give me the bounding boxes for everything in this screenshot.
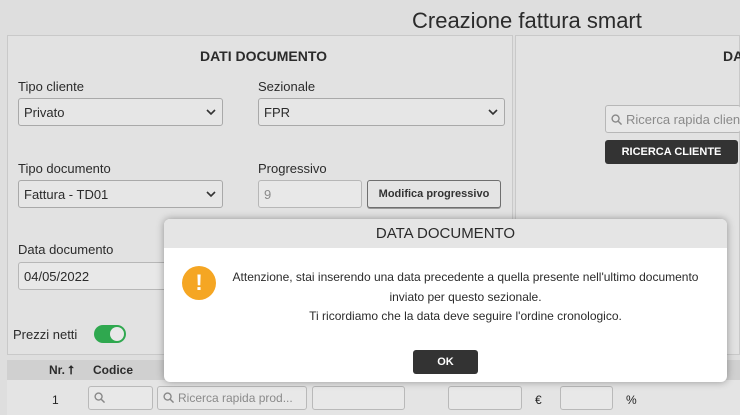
- modal-message-line2: inviato per questo sezionale.: [389, 290, 542, 304]
- ricerca-clienti-placeholder: Ricerca rapida clienti: [626, 112, 740, 127]
- tipo-cliente-label: Tipo cliente: [18, 79, 84, 94]
- modal-message-line3: Ti ricordiamo che la data deve seguire l…: [309, 309, 622, 323]
- tipo-documento-value: Fattura - TD01: [24, 187, 109, 202]
- warning-icon: !: [182, 266, 216, 300]
- progressivo-input[interactable]: 9: [258, 180, 362, 208]
- prezzi-netti-toggle[interactable]: [94, 325, 126, 343]
- tipo-documento-select[interactable]: Fattura - TD01: [18, 180, 223, 208]
- page-title: Creazione fattura smart: [412, 8, 642, 33]
- table-row: 1 Ricerca rapida prod... € %: [7, 380, 740, 415]
- toggle-knob: [110, 327, 124, 341]
- sezionale-select[interactable]: FPR: [258, 98, 505, 126]
- section-title: DATI DOCUMENTO: [200, 48, 328, 64]
- percent-symbol: %: [626, 393, 637, 407]
- modal-title: DATA DOCUMENTO: [164, 219, 727, 248]
- prodotto-search-input[interactable]: Ricerca rapida prod...: [157, 386, 307, 410]
- sconto-input[interactable]: [560, 386, 613, 410]
- descrizione-input[interactable]: [312, 386, 405, 410]
- tipo-cliente-value: Privato: [24, 105, 65, 120]
- section-title-right: DA: [723, 48, 740, 64]
- modal-message-line1: Attenzione, stai inserendo una data prec…: [232, 270, 699, 284]
- data-documento-input[interactable]: 04/05/2022: [18, 262, 178, 290]
- search-icon: [163, 392, 174, 403]
- ricerca-cliente-button[interactable]: RICERCA CLIENTE: [605, 140, 738, 164]
- chevron-down-icon: [206, 191, 216, 198]
- tipo-cliente-select[interactable]: Privato: [18, 98, 223, 126]
- chevron-down-icon: [206, 109, 216, 116]
- progressivo-label: Progressivo: [258, 161, 327, 176]
- column-nr[interactable]: Nr. ⭡: [49, 363, 74, 378]
- modifica-progressivo-button[interactable]: Modifica progressivo: [367, 180, 501, 208]
- data-documento-label: Data documento: [18, 242, 114, 257]
- chevron-down-icon: [488, 109, 498, 116]
- sezionale-label: Sezionale: [258, 79, 316, 94]
- ok-button[interactable]: OK: [413, 350, 478, 374]
- prodotto-placeholder: Ricerca rapida prod...: [178, 391, 293, 405]
- search-icon: [94, 392, 105, 403]
- row-number: 1: [52, 393, 59, 407]
- tipo-documento-label: Tipo documento: [18, 161, 111, 176]
- sezionale-value: FPR: [264, 105, 290, 120]
- data-documento-modal: DATA DOCUMENTO ! Attenzione, stai insere…: [164, 219, 727, 382]
- ricerca-clienti-input[interactable]: Ricerca rapida clienti: [605, 105, 740, 133]
- column-codice[interactable]: Codice: [93, 363, 133, 377]
- codice-search-input[interactable]: [88, 386, 153, 410]
- search-icon: [611, 114, 622, 125]
- quantita-input[interactable]: [448, 386, 522, 410]
- currency-symbol: €: [535, 393, 542, 407]
- prezzi-netti-label: Prezzi netti: [13, 327, 78, 342]
